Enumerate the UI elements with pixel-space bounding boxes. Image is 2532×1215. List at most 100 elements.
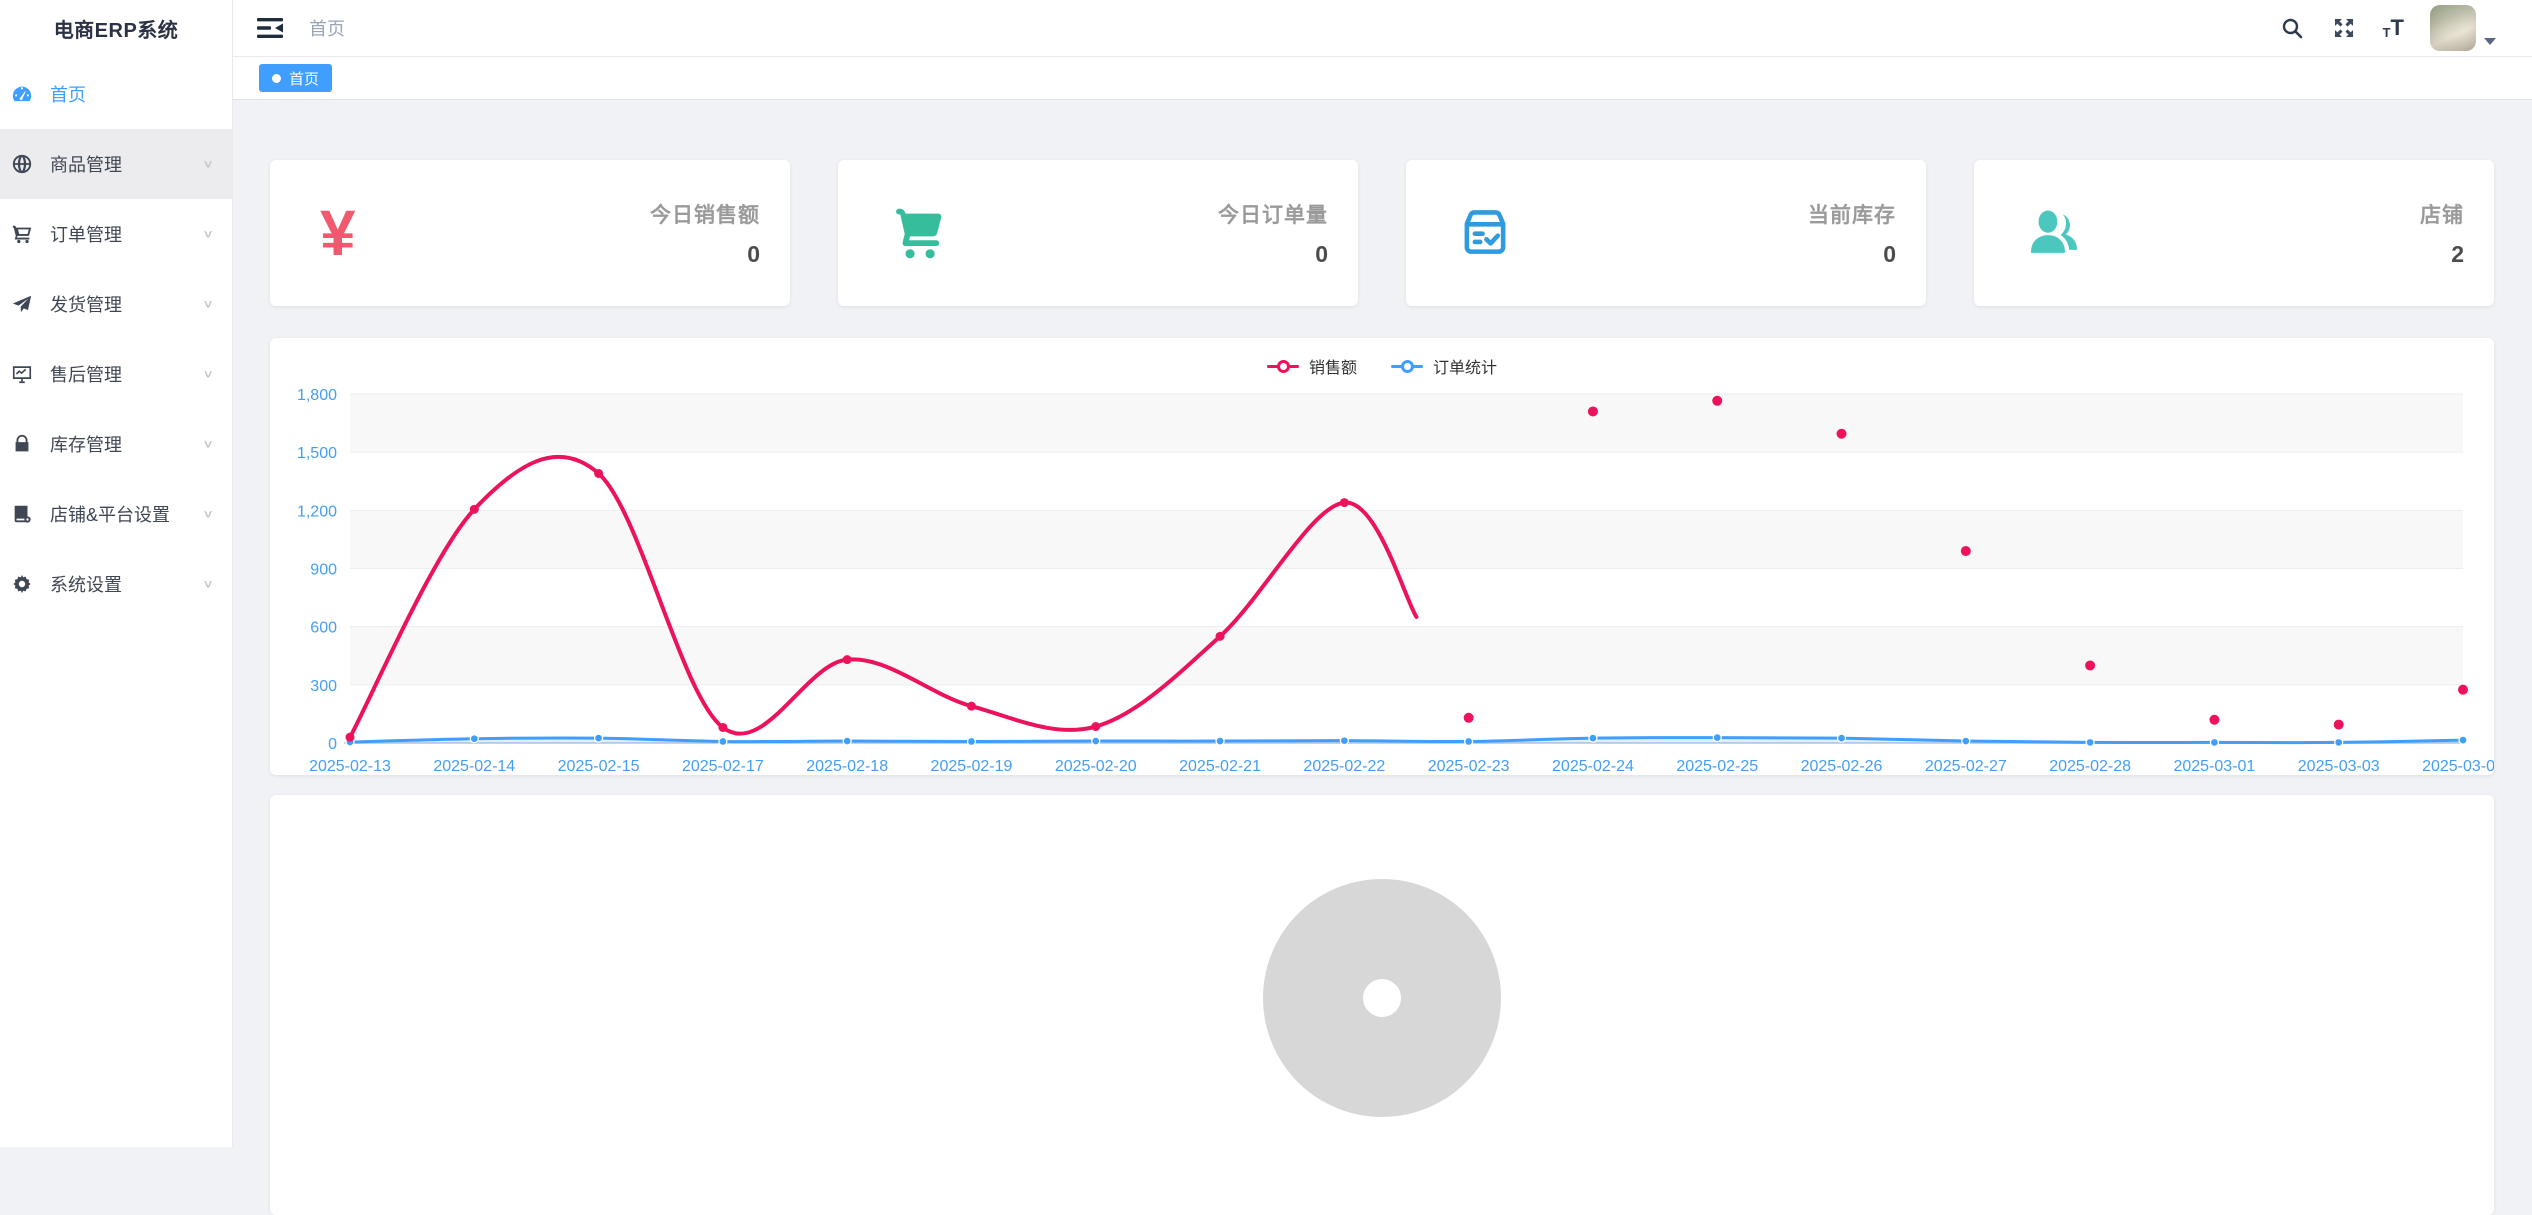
sidebar-item-label: 发货管理: [50, 291, 202, 317]
svg-text:2025-02-17: 2025-02-17: [682, 758, 764, 775]
tab-home[interactable]: 首页: [259, 64, 332, 92]
sidebar-menu: 首页 商品管理 ∨ 订单管理 ∨ 发货管理 ∨: [0, 59, 232, 619]
sidebar-item-shipping[interactable]: 发货管理 ∨: [0, 269, 232, 339]
cart-icon: [888, 204, 950, 262]
svg-text:2025-02-21: 2025-02-21: [1179, 758, 1261, 775]
stat-value: 0: [1218, 241, 1328, 268]
user-menu[interactable]: [2430, 5, 2496, 51]
stat-card-stores: 店铺 2: [1974, 160, 2494, 306]
sidebar: 电商ERP系统 首页 商品管理 ∨ 订单管理 ∨ 发货管理: [0, 0, 233, 1147]
sidebar-item-aftersales[interactable]: 售后管理 ∨: [0, 339, 232, 409]
tab-active-dot: [272, 74, 281, 83]
collapse-menu-icon[interactable]: [257, 17, 283, 39]
lock-icon: [10, 432, 34, 456]
svg-text:0: 0: [328, 736, 337, 753]
svg-text:1,200: 1,200: [297, 503, 337, 520]
sidebar-item-label: 售后管理: [50, 361, 202, 387]
breadcrumb[interactable]: 首页: [309, 15, 345, 41]
legend-label: 销售额: [1309, 354, 1357, 378]
legend-item-sales[interactable]: 销售额: [1267, 354, 1357, 378]
svg-text:2025-02-24: 2025-02-24: [1552, 758, 1634, 775]
empty-donut-chart: [270, 795, 2494, 1215]
chevron-down-icon: ∨: [202, 227, 214, 241]
stat-label: 店铺: [2420, 199, 2464, 229]
legend-marker-orders: [1391, 360, 1423, 372]
sidebar-item-store-settings[interactable]: 店铺&平台设置 ∨: [0, 479, 232, 549]
svg-text:300: 300: [310, 678, 337, 695]
send-icon: [10, 292, 34, 316]
stat-value: 0: [1808, 241, 1896, 268]
gear-icon: [10, 572, 34, 596]
chevron-down-icon: ∨: [202, 297, 214, 311]
font-size-icon[interactable]: TT: [2383, 17, 2404, 39]
sidebar-item-label: 订单管理: [50, 221, 202, 247]
search-icon[interactable]: [2279, 15, 2305, 41]
sidebar-item-system-settings[interactable]: 系统设置 ∨: [0, 549, 232, 619]
stat-card-orders-today: 今日订单量 0: [838, 160, 1358, 306]
stat-label: 今日订单量: [1218, 199, 1328, 229]
sidebar-item-orders[interactable]: 订单管理 ∨: [0, 199, 232, 269]
svg-text:2025-02-20: 2025-02-20: [1055, 758, 1137, 775]
chevron-down-icon: ∨: [202, 577, 214, 591]
legend-label: 订单统计: [1433, 354, 1497, 378]
svg-text:2025-02-14: 2025-02-14: [433, 758, 515, 775]
sidebar-item-label: 首页: [50, 81, 214, 107]
svg-text:2025-03-04: 2025-03-04: [2422, 758, 2494, 775]
book-gear-icon: [10, 502, 34, 526]
svg-text:2025-02-26: 2025-02-26: [1801, 758, 1883, 775]
sidebar-item-label: 商品管理: [50, 151, 202, 177]
top-header: 首页 TT: [233, 0, 2532, 57]
legend-marker-sales: [1267, 360, 1299, 372]
stat-card-inventory: 当前库存 0: [1406, 160, 1926, 306]
sidebar-item-inventory[interactable]: 库存管理 ∨: [0, 409, 232, 479]
svg-text:600: 600: [310, 620, 337, 637]
svg-text:1,800: 1,800: [297, 387, 337, 404]
svg-text:2025-02-18: 2025-02-18: [806, 758, 888, 775]
chevron-down-icon: ∨: [202, 437, 214, 451]
box-icon: [1456, 204, 1514, 262]
svg-text:2025-02-28: 2025-02-28: [2049, 758, 2131, 775]
sales-orders-chart-card: 销售额 订单统计 0 300 600 900 1,200 1,500 1,800 2025-0…: [270, 338, 2494, 775]
chevron-down-icon: ∨: [202, 507, 214, 521]
dashboard-icon: [10, 82, 34, 106]
stat-value: 2: [2420, 241, 2464, 268]
svg-text:2025-03-01: 2025-03-01: [2173, 758, 2255, 775]
app-title: 电商ERP系统: [0, 0, 232, 56]
users-icon: [2024, 204, 2084, 262]
svg-text:2025-02-13: 2025-02-13: [309, 758, 391, 775]
sidebar-item-home[interactable]: 首页: [0, 59, 232, 129]
svg-text:2025-02-27: 2025-02-27: [1925, 758, 2007, 775]
header-actions: TT: [2279, 5, 2532, 51]
fullscreen-icon[interactable]: [2331, 15, 2357, 41]
caret-down-icon: [2484, 38, 2496, 45]
yen-icon: ¥: [320, 201, 356, 265]
svg-text:1,500: 1,500: [297, 445, 337, 462]
stat-label: 当前库存: [1808, 199, 1896, 229]
chart-legend: 销售额 订单统计: [270, 354, 2494, 378]
globe-icon: [10, 152, 34, 176]
stat-card-sales-today: ¥ 今日销售额 0: [270, 160, 790, 306]
svg-text:2025-02-23: 2025-02-23: [1428, 758, 1510, 775]
cart-icon: [10, 222, 34, 246]
chevron-down-icon: ∨: [202, 157, 214, 171]
chevron-down-icon: ∨: [202, 367, 214, 381]
legend-item-orders[interactable]: 订单统计: [1391, 354, 1497, 378]
sidebar-item-label: 库存管理: [50, 431, 202, 457]
tab-bar: 首页: [233, 57, 2532, 100]
user-avatar[interactable]: [2430, 5, 2476, 51]
stat-label: 今日销售额: [650, 199, 760, 229]
sidebar-item-label: 店铺&平台设置: [50, 501, 202, 527]
svg-text:2025-02-22: 2025-02-22: [1303, 758, 1385, 775]
svg-text:2025-02-25: 2025-02-25: [1676, 758, 1758, 775]
tab-label: 首页: [289, 68, 319, 89]
monitor-chart-icon: [10, 362, 34, 386]
svg-text:900: 900: [310, 562, 337, 579]
line-chart: 0 300 600 900 1,200 1,500 1,800 2025-02-13 2025-…: [270, 338, 2494, 775]
sidebar-item-products[interactable]: 商品管理 ∨: [0, 129, 232, 199]
stat-value: 0: [650, 241, 760, 268]
sidebar-item-label: 系统设置: [50, 571, 202, 597]
pie-chart-card: [270, 795, 2494, 1215]
svg-text:2025-02-19: 2025-02-19: [931, 758, 1013, 775]
svg-text:2025-02-15: 2025-02-15: [558, 758, 640, 775]
svg-text:2025-03-03: 2025-03-03: [2298, 758, 2380, 775]
